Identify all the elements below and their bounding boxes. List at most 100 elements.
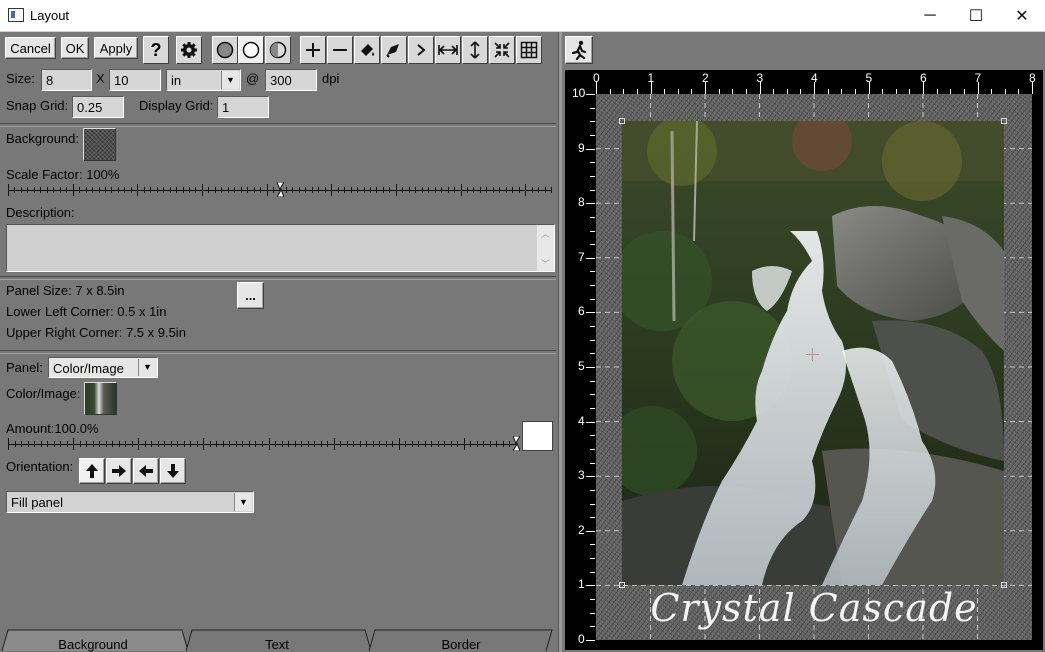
slider-tick [208, 187, 210, 193]
orientation-left-button[interactable] [133, 458, 159, 484]
resize-handle-top-left[interactable] [619, 118, 625, 124]
chevron-down-icon: ▼ [221, 71, 239, 89]
shape-outline-button[interactable] [238, 36, 264, 64]
slider-tick [363, 187, 365, 193]
slider-tick [379, 441, 381, 447]
cancel-button[interactable]: Cancel [5, 37, 56, 59]
slider-tick [262, 441, 263, 447]
orientation-up-button[interactable] [79, 458, 105, 484]
add-button[interactable] [300, 36, 326, 64]
slider-tick [182, 187, 184, 193]
y-axis-label: 8 [578, 195, 585, 210]
caption-text[interactable]: Crystal Cascade [596, 586, 1032, 630]
fill-alt-button[interactable] [381, 36, 407, 64]
slider-tick [408, 187, 410, 193]
amount-slider[interactable] [8, 435, 521, 452]
background-swatch[interactable] [83, 128, 116, 161]
scroll-down-icon[interactable]: ﹀ [541, 257, 550, 270]
ok-button[interactable]: OK [61, 37, 89, 59]
slider-tick [268, 438, 270, 450]
y-axis-minor-tick [590, 435, 595, 437]
y-axis-minor-tick [590, 326, 595, 328]
scroll-up-icon[interactable]: ︿ [541, 227, 550, 240]
remove-button[interactable] [327, 36, 353, 64]
slider-tick [441, 187, 443, 193]
close-button[interactable]: ✕ [999, 0, 1045, 31]
panel-type-select[interactable]: Color/Image ▼ [48, 357, 158, 378]
slider-tick [292, 187, 294, 193]
slider-tick [398, 438, 400, 450]
y-axis-minor-tick [590, 558, 595, 560]
panel-more-button[interactable]: ... [237, 282, 264, 309]
help-button[interactable]: ? [143, 36, 169, 64]
display-grid-input[interactable]: 1 [217, 96, 269, 118]
apply-button[interactable]: Apply [94, 37, 138, 59]
description-textarea[interactable]: ︿ ﹀ [6, 224, 555, 272]
slider-tick [14, 187, 16, 193]
minimize-button[interactable]: ─ [907, 0, 953, 31]
y-axis-minor-tick [590, 599, 595, 601]
amount-color-swatch[interactable] [522, 421, 553, 451]
orientation-right-button[interactable] [106, 458, 132, 484]
dpi-input[interactable]: 300 [265, 69, 317, 91]
display-grid-label: Display Grid: [139, 98, 214, 113]
slider-tick [288, 441, 290, 447]
scale-factor-slider[interactable] [8, 181, 552, 198]
slider-tick [248, 441, 250, 447]
slider-tick [405, 441, 407, 447]
settings-button[interactable] [176, 36, 202, 64]
snap-grid-input[interactable]: 0.25 [72, 96, 124, 118]
y-axis-minor-tick [590, 134, 595, 136]
panel-type-value: Color/Image [53, 361, 124, 376]
slider-tick [73, 438, 75, 450]
y-axis-minor-tick [590, 517, 595, 519]
shrink-button[interactable] [489, 36, 515, 64]
slider-tick [463, 438, 465, 450]
slider-tick [346, 441, 348, 447]
fill-button[interactable] [354, 36, 380, 64]
x-axis-tick [650, 82, 652, 94]
slider-tick [444, 441, 446, 447]
description-scrollbar[interactable]: ︿ ﹀ [537, 225, 554, 271]
stretch-vertical-button[interactable] [462, 36, 488, 64]
size-label: Size: [6, 71, 35, 86]
slider-tick [376, 187, 378, 193]
orientation-label: Orientation: [6, 459, 74, 474]
grid-button[interactable] [516, 36, 542, 64]
fill-mode-select[interactable]: Fill panel ▼ [6, 491, 254, 513]
slider-tick [79, 441, 81, 447]
slider-thumb[interactable] [275, 181, 285, 198]
shape-filled-button[interactable] [212, 36, 238, 64]
slider-tick [27, 441, 29, 447]
color-image-swatch[interactable] [84, 382, 117, 415]
slider-tick [307, 441, 309, 447]
slider-tick [320, 441, 322, 447]
slider-tick [470, 441, 472, 447]
slider-tick [195, 187, 197, 193]
stretch-horizontal-button[interactable] [435, 36, 461, 64]
tab-background[interactable]: Background [8, 630, 178, 652]
slider-tick [389, 187, 391, 193]
crosshair-icon [806, 348, 819, 361]
run-button[interactable] [565, 36, 593, 64]
slider-tick [428, 187, 430, 193]
resize-handle-top-right[interactable] [1001, 118, 1007, 124]
next-button[interactable] [408, 36, 434, 64]
tab-border[interactable]: Border [375, 630, 547, 652]
orientation-down-button[interactable] [160, 458, 186, 484]
slider-tick [79, 187, 81, 193]
slider-tick [169, 187, 171, 193]
slider-tick [457, 441, 459, 447]
shape-half-button[interactable] [265, 36, 291, 64]
unit-select[interactable]: in ▼ [166, 69, 241, 91]
maximize-button[interactable]: ☐ [953, 0, 999, 31]
y-axis-minor-tick [590, 107, 595, 109]
width-input[interactable]: 8 [41, 69, 92, 91]
shrink-icon [494, 42, 510, 58]
y-axis-minor-tick [590, 353, 595, 355]
y-axis-tick [586, 312, 595, 314]
height-input[interactable]: 10 [109, 69, 161, 91]
slider-tick [395, 184, 397, 196]
tab-text[interactable]: Text [192, 630, 362, 652]
slider-thumb[interactable] [512, 435, 521, 452]
